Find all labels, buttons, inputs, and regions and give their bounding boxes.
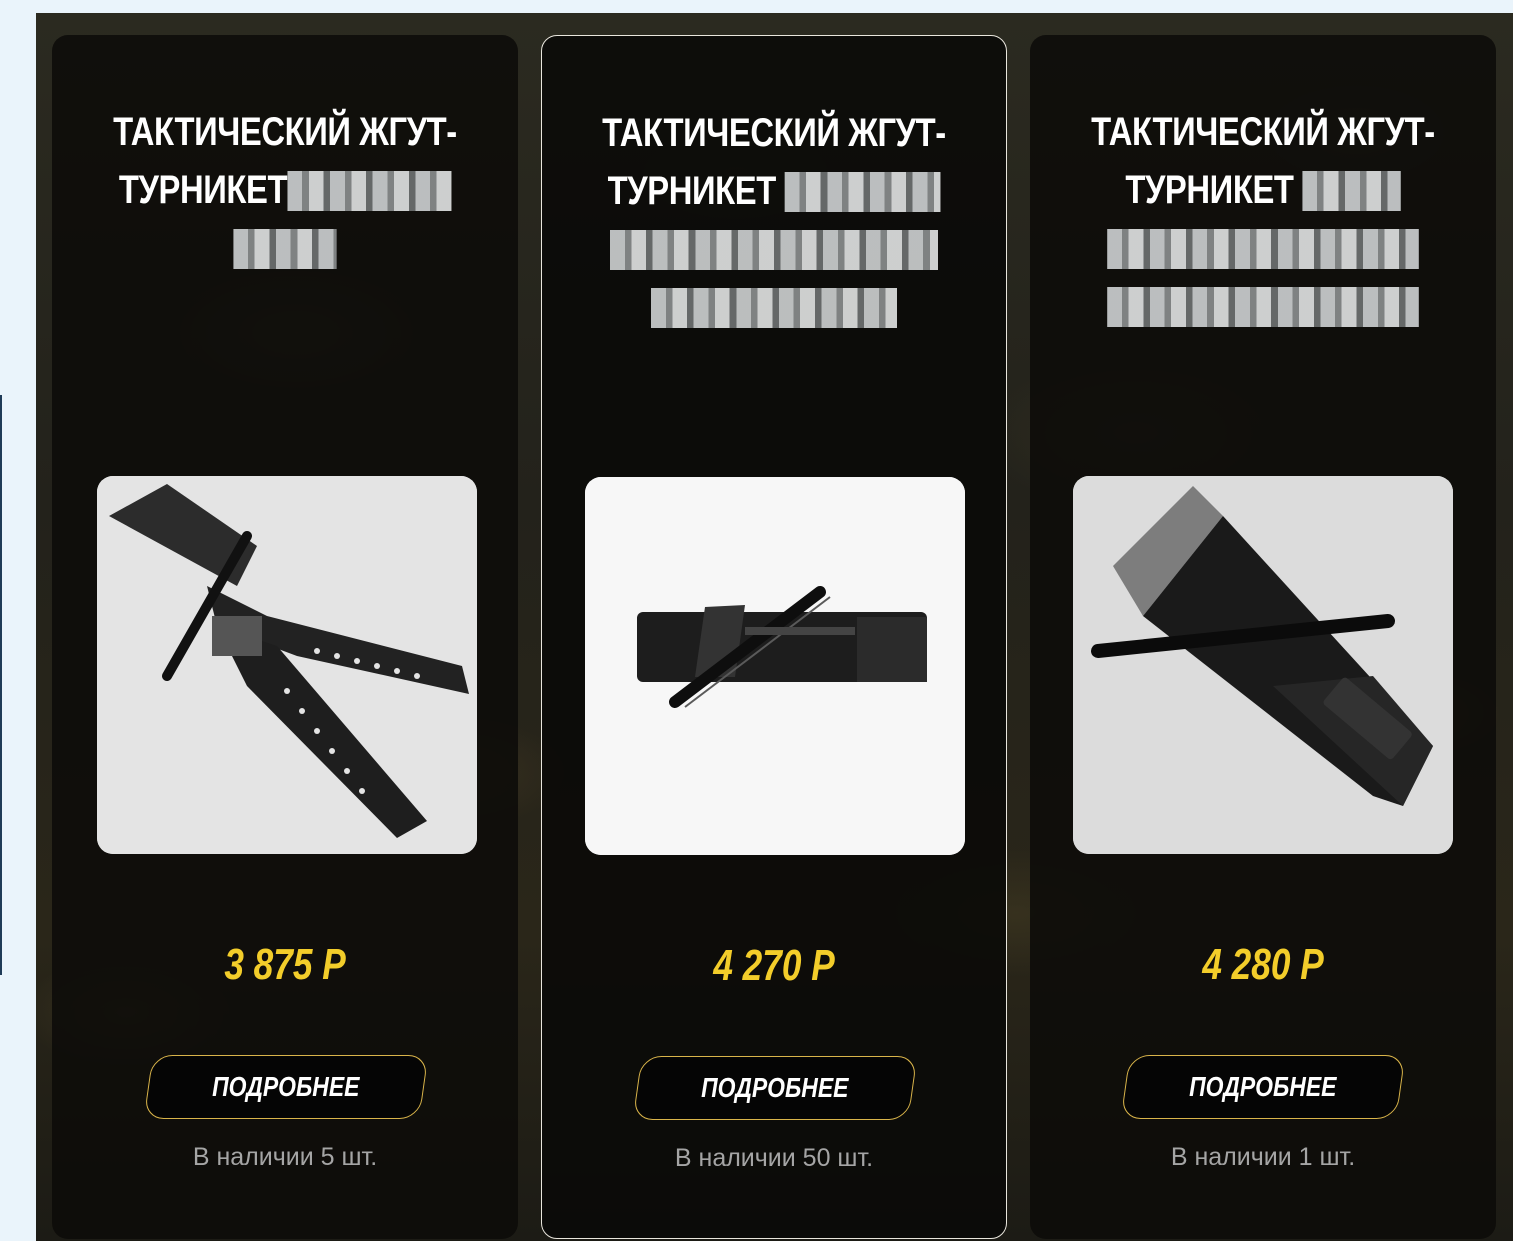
product-title-line-1: ТАКТИЧЕСКИЙ ЖГУТ- — [113, 110, 457, 154]
product-title: ТАКТИЧЕСКИЙ ЖГУТ- ТУРНИКЕТ — [110, 103, 459, 277]
details-button[interactable]: ПОДРОБНЕЕ — [632, 1056, 918, 1120]
redacted-text — [784, 172, 941, 212]
product-price: 3 875 Р — [224, 940, 346, 989]
product-title-line-2: ТУРНИКЕТ — [607, 169, 777, 213]
details-button[interactable]: ПОДРОБНЕЕ — [1120, 1055, 1406, 1119]
product-image[interactable] — [1073, 476, 1453, 854]
redacted-text — [651, 288, 897, 328]
product-title-line-1: ТАКТИЧЕСКИЙ ЖГУТ- — [1091, 110, 1435, 154]
stock-status: В наличии 5 шт. — [192, 1143, 378, 1171]
left-edge-line — [0, 395, 2, 975]
redacted-text — [287, 171, 452, 211]
tourniquet-image — [585, 477, 965, 855]
stock-status: В наличии 1 шт. — [1170, 1143, 1356, 1171]
product-title: ТАКТИЧЕСКИЙ ЖГУТ- ТУРНИКЕТ — [600, 104, 948, 336]
redacted-text — [1107, 287, 1419, 327]
product-title-line-2: ТУРНИКЕТ — [1125, 168, 1294, 212]
details-button-label: ПОДРОБНЕЕ — [1189, 1071, 1337, 1102]
redacted-text — [1302, 171, 1401, 211]
camo-section: ТАКТИЧЕСКИЙ ЖГУТ- ТУРНИКЕТ 3 875 Р ПОДРО… — [36, 13, 1513, 1241]
stock-status: В наличии 50 шт. — [674, 1144, 874, 1172]
product-card-1[interactable]: ТАКТИЧЕСКИЙ ЖГУТ- ТУРНИКЕТ 3 875 Р ПОДРО… — [52, 35, 518, 1239]
tourniquet-image — [97, 476, 477, 854]
details-button-label: ПОДРОБНЕЕ — [212, 1071, 360, 1102]
redacted-text — [1107, 229, 1419, 269]
product-title-line-2: ТУРНИКЕТ — [118, 168, 288, 212]
product-image[interactable] — [585, 477, 965, 855]
details-button-label: ПОДРОБНЕЕ — [701, 1072, 849, 1103]
product-price: 4 270 Р — [713, 941, 835, 990]
product-price: 4 280 Р — [1202, 940, 1324, 989]
redacted-text — [233, 229, 337, 269]
product-title-line-1: ТАКТИЧЕСКИЙ ЖГУТ- — [602, 111, 946, 155]
redacted-text — [610, 230, 938, 270]
product-card-2[interactable]: ТАКТИЧЕСКИЙ ЖГУТ- ТУРНИКЕТ 4 270 Р ПОДРО… — [541, 35, 1007, 1239]
details-button[interactable]: ПОДРОБНЕЕ — [143, 1055, 429, 1119]
product-card-3[interactable]: ТАКТИЧЕСКИЙ ЖГУТ- ТУРНИКЕТ 4 280 Р ПОДРО… — [1030, 35, 1496, 1239]
product-title: ТАКТИЧЕСКИЙ ЖГУТ- ТУРНИКЕТ — [1088, 103, 1437, 335]
product-image[interactable] — [97, 476, 477, 854]
tourniquet-image — [1073, 476, 1453, 854]
